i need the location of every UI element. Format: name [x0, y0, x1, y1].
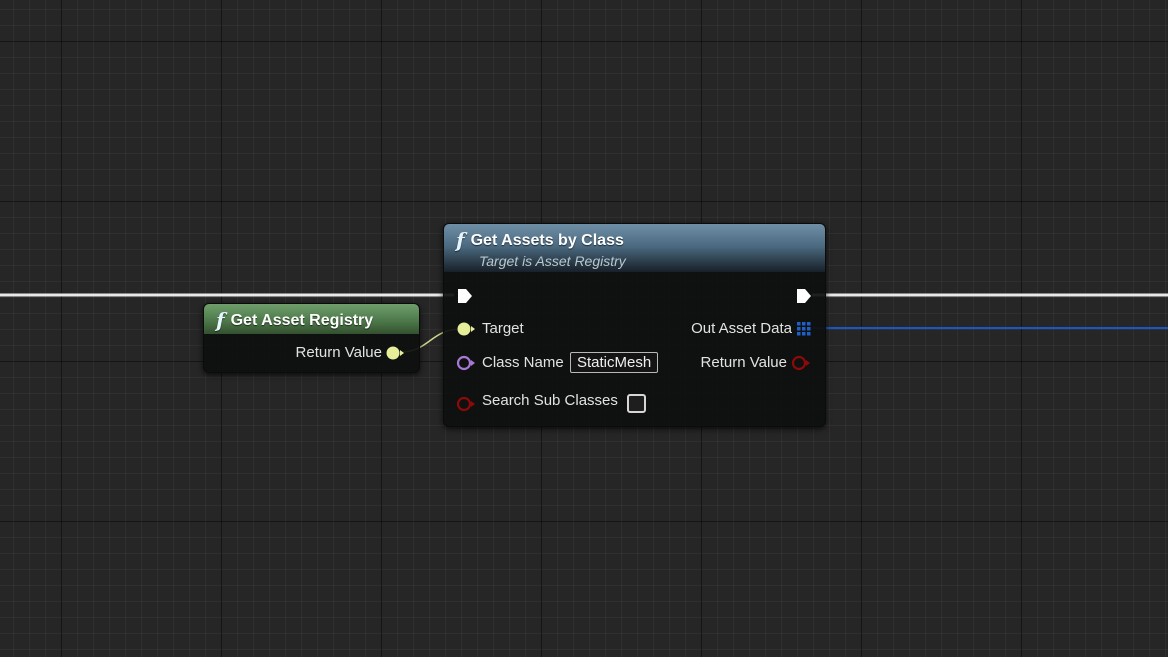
target-object-pin-icon[interactable] [456, 321, 476, 337]
return-value-pin-label: Return Value [700, 354, 787, 371]
class-name-pin-icon[interactable] [456, 355, 476, 371]
node-get-asset-registry[interactable]: f Get Asset Registry Return Value [203, 303, 420, 373]
object-pin-icon[interactable] [385, 345, 405, 361]
exec-out-pin-icon[interactable] [795, 287, 813, 305]
exec-in-pin-icon[interactable] [456, 287, 474, 305]
search-sub-classes-pin-label: Search Sub Classes [482, 392, 618, 409]
function-icon: f [456, 228, 465, 252]
array-pin-icon[interactable] [796, 321, 812, 337]
node-title: Get Assets by Class [470, 232, 624, 249]
target-pin-label: Target [482, 320, 524, 337]
node-header[interactable]: f Get Assets by Class Target is Asset Reg… [444, 224, 825, 272]
node-subtitle: Target is Asset Registry [479, 253, 626, 269]
blueprint-graph-canvas[interactable]: f Get Asset Registry Return Value f Get As… [0, 0, 1168, 657]
search-sub-classes-checkbox[interactable] [627, 394, 646, 413]
out-asset-data-pin-label: Out Asset Data [691, 320, 792, 337]
node-title: Get Asset Registry [230, 312, 374, 329]
bool-return-pin-icon[interactable] [791, 355, 811, 371]
class-name-pin-label: Class Name [482, 354, 564, 371]
return-value-pin-label: Return Value [295, 344, 382, 361]
search-sub-classes-pin-icon[interactable] [456, 396, 476, 412]
class-name-input[interactable]: StaticMesh [570, 352, 659, 373]
function-icon: f [216, 308, 225, 332]
node-header[interactable]: f Get Asset Registry [204, 304, 419, 334]
node-get-assets-by-class[interactable]: f Get Assets by Class Target is Asset Reg… [443, 223, 826, 427]
